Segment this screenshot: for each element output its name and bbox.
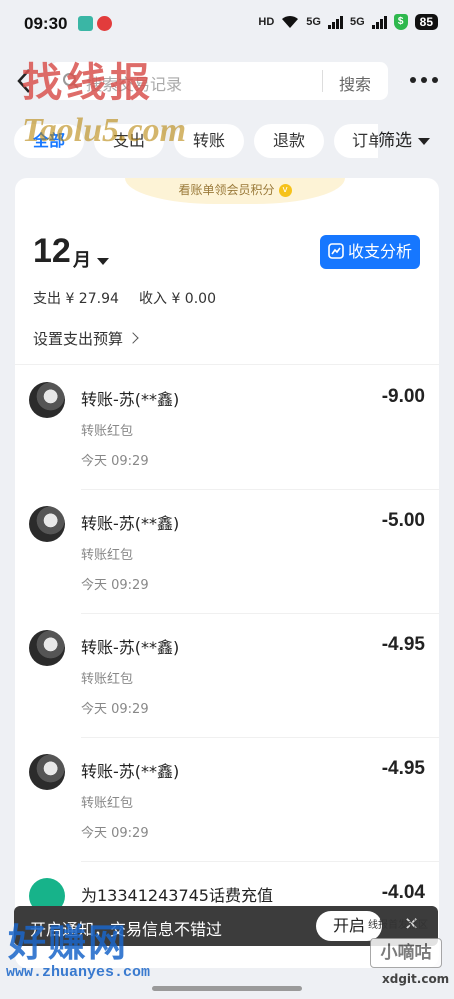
signal-label: 5G [349, 16, 365, 28]
signal-icon [371, 15, 387, 29]
transaction-amount: -4.95 [381, 634, 425, 655]
watermark-top: 找线报 [22, 60, 154, 106]
transaction-row[interactable]: 转账-苏(**鑫) 转账红包 今天 09:29 -4.95 [15, 614, 439, 738]
transaction-title: 转账-苏(**鑫) [81, 638, 180, 657]
month-suffix[interactable]: 月 [73, 246, 91, 272]
dropdown-triangle-icon [418, 137, 430, 145]
avatar [29, 754, 65, 790]
transaction-subtitle: 转账红包 [81, 672, 134, 687]
signal-icon [327, 15, 343, 29]
watermark-right-sub: 线报首发社区 [368, 920, 428, 931]
app-notification-icon [78, 16, 93, 31]
transaction-title: 转账-苏(**鑫) [81, 390, 180, 409]
month-number[interactable]: 12 [33, 232, 71, 271]
filter-chip-refund[interactable]: 退款 [254, 124, 324, 158]
avatar [29, 506, 65, 542]
transaction-date: 今天 09:29 [81, 702, 149, 717]
transaction-title: 转账-苏(**鑫) [81, 762, 180, 781]
analysis-label: 收支分析 [347, 242, 412, 261]
transaction-title: 为13341243745话费充值 [81, 886, 273, 905]
budget-label: 设置支出预算 [33, 330, 124, 348]
coin-icon: v [278, 184, 292, 197]
chart-icon [328, 243, 344, 259]
transaction-subtitle: 转账红包 [81, 548, 134, 563]
expense-total: 支出 ¥ 27.94 [33, 291, 119, 307]
filter-dropdown[interactable]: 筛选 [378, 124, 454, 158]
transaction-title: 转账-苏(**鑫) [81, 514, 180, 533]
transaction-subtitle: 转账红包 [81, 424, 134, 439]
transaction-subtitle: 转账红包 [81, 796, 134, 811]
home-indicator[interactable] [152, 986, 302, 991]
divider [15, 364, 439, 365]
chevron-right-icon [127, 332, 139, 344]
avatar [29, 630, 65, 666]
transaction-row[interactable]: 转账-苏(**鑫) 转账红包 今天 09:29 -4.95 [15, 738, 439, 862]
status-time: 09:30 [24, 14, 68, 33]
watermark-bottom-url: www.zhuanyes.com [6, 964, 151, 981]
status-bar: 09:30 HD 5G 5G $ 85 [0, 0, 454, 50]
search-divider [322, 70, 323, 92]
transaction-amount: -4.95 [381, 758, 425, 779]
transaction-amount: -4.04 [381, 882, 425, 903]
banner-text: 看账单领会员积分 [178, 183, 275, 197]
shield-icon: $ [393, 14, 408, 30]
month-dropdown-icon[interactable] [97, 258, 109, 265]
more-options-icon[interactable] [410, 72, 440, 88]
transaction-row[interactable]: 转账-苏(**鑫) 转账红包 今天 09:29 -9.00 [15, 366, 439, 490]
transaction-amount: -9.00 [381, 386, 425, 407]
transaction-amount: -5.00 [381, 510, 425, 531]
avatar [29, 382, 65, 418]
signal-label: 5G [306, 16, 321, 28]
watermark-bottom: 好赚网 [8, 921, 129, 965]
filter-label: 筛选 [378, 131, 412, 151]
transaction-date: 今天 09:29 [81, 826, 149, 841]
transaction-date: 今天 09:29 [81, 578, 149, 593]
income-expense-analysis-button[interactable]: 收支分析 [320, 235, 420, 269]
battery-level: 85 [414, 14, 438, 30]
bill-card: 看账单领会员积分 v 12 月 收支分析 支出 ¥ 27.94 收入 ¥ 0.00… [15, 178, 439, 968]
search-button[interactable]: 搜索 [339, 71, 371, 95]
app-notification-icon [97, 16, 112, 31]
transaction-row[interactable]: 转账-苏(**鑫) 转账红包 今天 09:29 -5.00 [15, 490, 439, 614]
hd-icon: HD [258, 16, 275, 28]
watermark-top-sub: Taolu5.com [22, 112, 187, 149]
member-points-banner[interactable]: 看账单领会员积分 v [125, 178, 345, 204]
wifi-icon [282, 15, 299, 28]
set-budget-link[interactable]: 设置支出预算 [33, 328, 139, 349]
income-total: 收入 ¥ 0.00 [139, 291, 216, 307]
watermark-right: 小嘀咕 [370, 938, 442, 968]
status-indicators: HD 5G 5G $ 85 [258, 14, 438, 30]
transaction-date: 今天 09:29 [81, 454, 149, 469]
watermark-right-url: xdgit.com [382, 972, 450, 986]
